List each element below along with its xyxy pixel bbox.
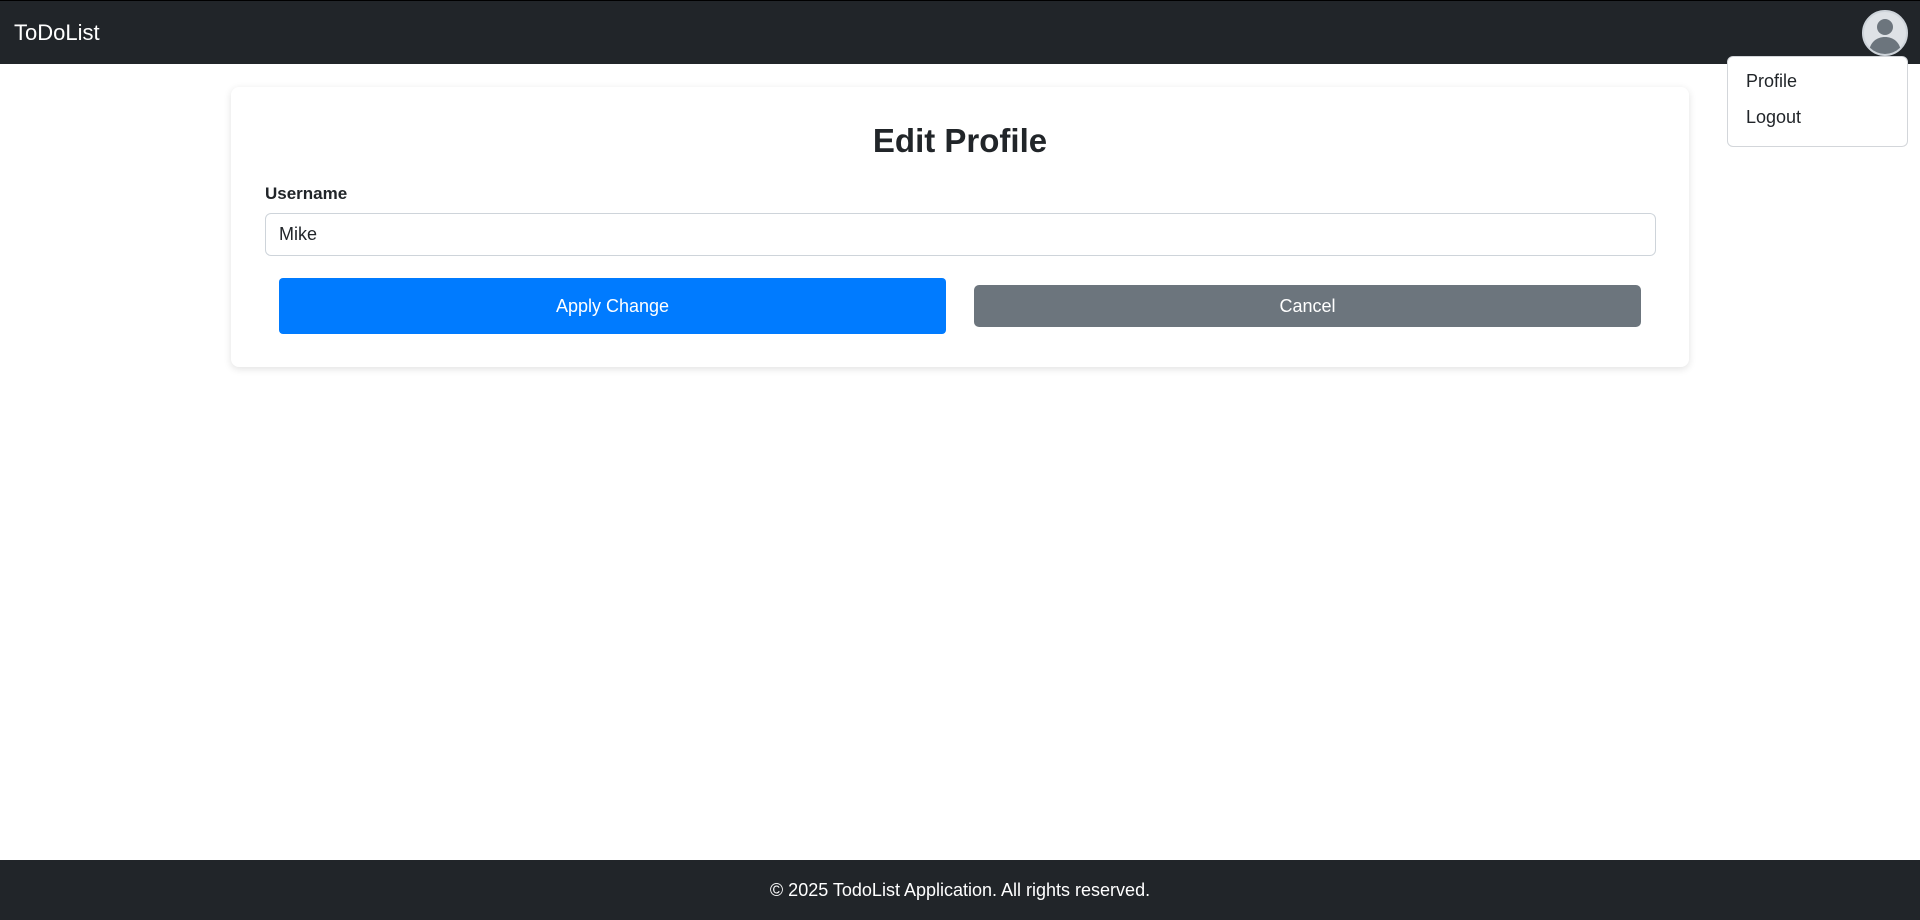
- user-dropdown-menu: Profile Logout: [1727, 56, 1908, 147]
- page-title: Edit Profile: [872, 122, 1048, 159]
- apply-change-button[interactable]: Apply Change: [279, 278, 946, 334]
- footer-copyright: © 2025 TodoList Application. All rights …: [769, 880, 1151, 900]
- brand-link[interactable]: ToDoList: [14, 20, 100, 46]
- username-input[interactable]: [265, 213, 1656, 256]
- user-avatar-icon[interactable]: [1862, 10, 1908, 56]
- footer: © 2025 TodoList Application. All rights …: [0, 860, 1920, 920]
- cancel-button[interactable]: Cancel: [974, 285, 1641, 327]
- username-label: Username: [265, 184, 348, 203]
- edit-profile-card: Edit Profile Username Apply Change Cance…: [231, 87, 1689, 367]
- top-navbar: ToDoList: [0, 0, 1920, 64]
- dropdown-item-logout[interactable]: Logout: [1728, 105, 1907, 141]
- dropdown-item-profile[interactable]: Profile: [1728, 69, 1907, 105]
